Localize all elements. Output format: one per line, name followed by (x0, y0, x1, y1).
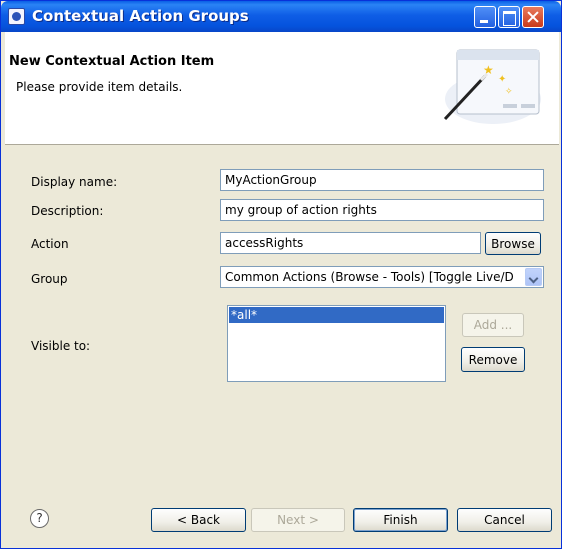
back-button[interactable]: < Back (151, 508, 246, 532)
description-label: Description: (31, 204, 104, 218)
display-name-label: Display name: (31, 175, 118, 189)
browse-button[interactable]: Browse (485, 232, 541, 255)
svg-text:✧: ✧ (505, 87, 513, 97)
chevron-down-icon[interactable] (525, 268, 542, 286)
minimize-button[interactable] (474, 6, 496, 28)
group-selected-value: Common Actions (Browse - Tools) [Toggle … (225, 270, 514, 284)
title-bar[interactable]: Contextual Action Groups (1, 1, 561, 32)
list-item[interactable]: *all* (229, 307, 444, 323)
group-select[interactable]: Common Actions (Browse - Tools) [Toggle … (220, 266, 544, 288)
wizard-header: New Contextual Action Item Please provid… (5, 32, 559, 145)
remove-button[interactable]: Remove (461, 347, 525, 372)
window-title: Contextual Action Groups (32, 7, 249, 25)
display-name-field[interactable]: MyActionGroup (220, 169, 544, 191)
cancel-button[interactable]: Cancel (457, 508, 552, 532)
visible-to-label: Visible to: (31, 339, 91, 353)
magic-wand-icon: ★ ✦ ✧ (443, 49, 541, 124)
group-label: Group (31, 272, 68, 286)
add-button[interactable]: Add ... (462, 313, 524, 337)
visible-to-list[interactable]: *all* (227, 305, 446, 382)
app-icon[interactable] (8, 8, 25, 25)
action-label: Action (31, 237, 69, 251)
help-icon[interactable]: ? (30, 509, 49, 528)
page-subtitle: Please provide item details. (16, 80, 183, 94)
maximize-button[interactable] (498, 6, 520, 28)
description-field[interactable]: my group of action rights (220, 199, 544, 221)
page-title: New Contextual Action Item (9, 54, 215, 69)
close-button[interactable] (522, 6, 544, 28)
finish-button[interactable]: Finish (353, 508, 448, 532)
next-button[interactable]: Next > (251, 508, 345, 532)
action-field[interactable]: accessRights (220, 232, 481, 254)
svg-text:✦: ✦ (498, 74, 506, 85)
dialog-window: Contextual Action Groups New Contextual … (0, 0, 562, 549)
